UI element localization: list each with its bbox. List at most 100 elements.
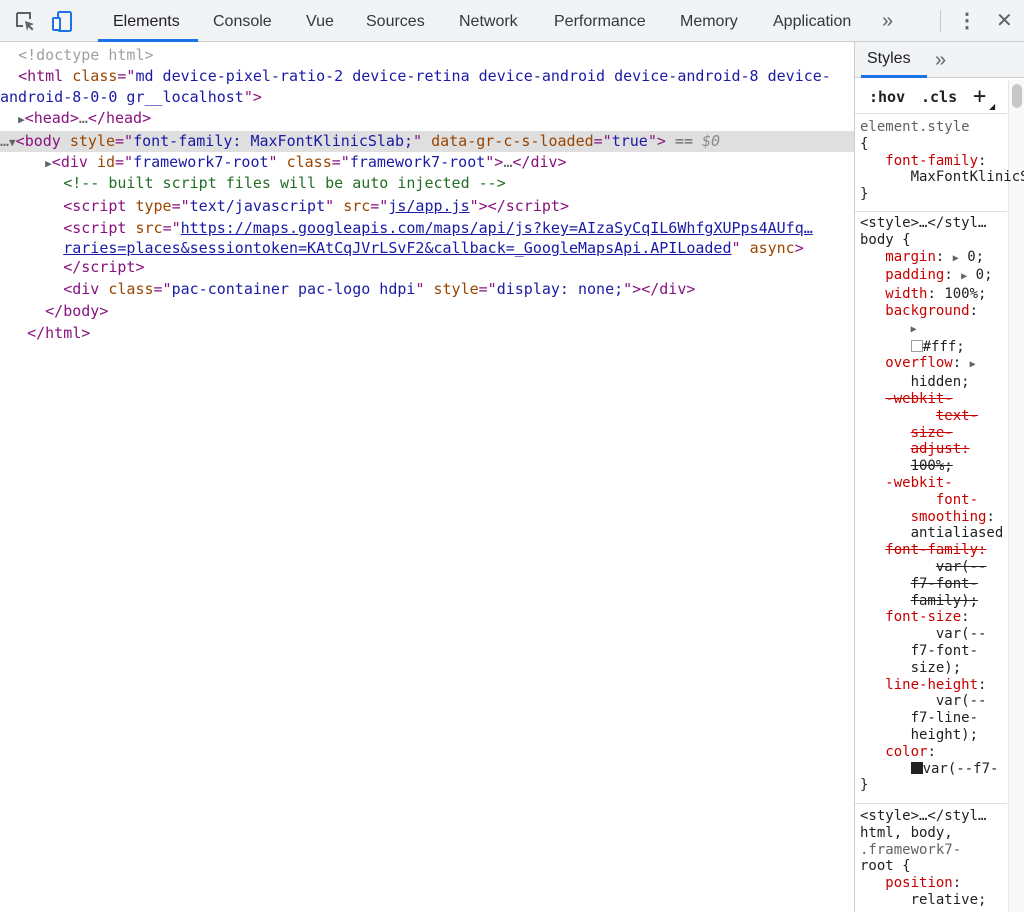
property-name[interactable]: -webkit-: [885, 475, 952, 491]
property-value[interactable]: relative;: [911, 892, 987, 908]
style-source-link[interactable]: <style>…</styl…: [860, 808, 986, 824]
styles-tab-indicator: [861, 75, 927, 78]
devtools-toolbar: Elements Console Vue Sources Network Per…: [0, 0, 1024, 42]
tab-console[interactable]: Console: [213, 0, 272, 42]
overridden-property[interactable]: font-family:: [885, 542, 986, 558]
property-value[interactable]: antialiased: [911, 525, 1004, 541]
collapse-triangle-icon[interactable]: ▼: [9, 136, 16, 149]
attr-value: display: none;: [496, 280, 624, 298]
attr-name: class: [72, 67, 118, 85]
dom-node-script-close[interactable]: </script>: [0, 257, 854, 278]
tab-memory[interactable]: Memory: [680, 0, 738, 42]
equals-marker: ==: [665, 132, 703, 150]
property-name[interactable]: overflow: [885, 355, 952, 371]
attr-value: pac-container pac-logo hdpi: [171, 280, 416, 298]
dom-node-comment[interactable]: <!-- built script files will be auto inj…: [0, 173, 854, 194]
add-rule-menu-icon[interactable]: ◢: [989, 102, 995, 111]
property-value[interactable]: 0;: [976, 267, 993, 283]
device-toolbar-icon[interactable]: [50, 10, 74, 34]
dom-node-body-close[interactable]: </body>: [0, 301, 854, 322]
property-value[interactable]: var(--: [936, 693, 987, 709]
close-icon[interactable]: ✕: [996, 11, 1013, 31]
element-style-rule[interactable]: element.style { font-family: MaxFontKlin…: [860, 119, 1024, 203]
color-swatch-icon[interactable]: [910, 339, 923, 352]
attr-value: font-family: MaxFontKlinicSlab;: [133, 132, 414, 150]
rule-divider: [855, 211, 1007, 212]
comment-text: <!-- built script files will be auto inj…: [63, 174, 506, 192]
kebab-menu-icon[interactable]: ⋮: [957, 11, 977, 31]
property-value[interactable]: hidden;: [911, 374, 970, 390]
maps-src-link-cont[interactable]: raries=places&sessiontoken=KAtCqJVrLSvF2…: [63, 239, 731, 257]
html-body-style-rule[interactable]: <style>…</styl… html, body, .framework7-…: [860, 808, 986, 909]
more-sidebar-tabs-icon[interactable]: »: [935, 50, 946, 70]
doctype-text: <!doctype html>: [18, 46, 154, 64]
overridden-property[interactable]: -webkit-: [885, 391, 952, 407]
scrollbar-thumb[interactable]: [1012, 84, 1022, 108]
selector: body {: [860, 231, 911, 248]
attr-value: true: [611, 132, 648, 150]
property-name[interactable]: font-size: [885, 609, 961, 625]
property-name[interactable]: padding: [885, 267, 944, 283]
dom-node-body-selected[interactable]: …▼<body style="font-family: MaxFontKlini…: [0, 131, 854, 152]
attr-value: android-8-0-0 gr__localhost: [0, 88, 244, 106]
property-value[interactable]: 0;: [967, 249, 984, 265]
dom-node-doctype[interactable]: <!doctype html>: [0, 45, 854, 66]
tab-elements[interactable]: Elements: [113, 0, 180, 42]
tab-application[interactable]: Application: [773, 0, 851, 42]
expand-triangle-icon[interactable]: ▶: [18, 113, 25, 126]
styles-scrollbar[interactable]: [1008, 80, 1024, 912]
property-name[interactable]: font-family: [885, 153, 978, 169]
property-value[interactable]: var(--f7-: [923, 761, 999, 777]
tab-vue[interactable]: Vue: [306, 0, 334, 42]
expand-triangle-icon[interactable]: ▶: [45, 157, 52, 170]
dom-node-pac-container[interactable]: <div class="pac-container pac-logo hdpi"…: [0, 279, 854, 300]
attr-name: async: [749, 239, 795, 257]
property-value[interactable]: MaxFontKlinicSlab: [911, 169, 1024, 185]
more-tabs-icon[interactable]: »: [882, 11, 893, 31]
property-value[interactable]: 100%;: [944, 286, 986, 302]
maps-src-link[interactable]: https://maps.googleapis.com/maps/api/js?…: [181, 219, 813, 237]
tab-styles[interactable]: Styles: [867, 42, 911, 76]
property-name[interactable]: margin: [885, 249, 936, 265]
node-menu-ellipsis[interactable]: …: [0, 132, 9, 150]
tab-sources[interactable]: Sources: [366, 0, 425, 42]
dom-node-script-app[interactable]: <script type="text/javascript" src="js/a…: [0, 196, 854, 217]
inspect-element-icon[interactable]: [14, 10, 38, 34]
color-swatch-icon[interactable]: [910, 761, 923, 774]
tag-name: script: [72, 197, 127, 215]
dom-node-framework7-root[interactable]: ▶<div id="framework7-root" class="framew…: [0, 152, 854, 173]
tag-name: head: [105, 109, 143, 127]
tag-name: html: [27, 67, 64, 85]
new-style-rule-button[interactable]: +: [973, 84, 986, 109]
tag-name: head: [33, 109, 70, 127]
style-source-link[interactable]: <style>…</styl…: [860, 215, 986, 231]
dom-node-head[interactable]: ▶<head>…</head>: [0, 108, 854, 129]
script-src-link[interactable]: js/app.js: [388, 197, 469, 215]
property-value[interactable]: var(--: [936, 626, 987, 642]
property-name[interactable]: background: [885, 303, 969, 319]
property-name[interactable]: width: [885, 286, 927, 302]
tag-name: body: [63, 302, 100, 320]
dom-node-script-maps-cont[interactable]: raries=places&sessiontoken=KAtCqJVrLSvF2…: [0, 238, 854, 259]
attr-name: style: [69, 132, 115, 150]
dom-node-script-maps[interactable]: <script src="https://maps.googleapis.com…: [0, 218, 854, 239]
dom-node-html-close[interactable]: </html>: [0, 323, 854, 344]
styles-tabbar: Styles »: [855, 42, 1024, 78]
class-toggle-button[interactable]: .cls: [921, 88, 957, 106]
property-name[interactable]: line-height: [885, 677, 978, 693]
property-value[interactable]: #fff;: [923, 339, 965, 355]
tab-performance[interactable]: Performance: [554, 0, 646, 42]
attr-name: type: [135, 197, 172, 215]
body-style-rule[interactable]: <style>…</styl… body { margin: ▶ 0; padd…: [860, 215, 1003, 794]
property-name[interactable]: position: [885, 875, 952, 891]
styles-sidebar: Styles » :hov .cls + ◢ element.style { f…: [855, 42, 1024, 912]
dom-node-html-open[interactable]: <html class="md device-pixel-ratio-2 dev…: [0, 66, 854, 87]
selector: html, body,: [860, 824, 953, 841]
dom-tree-panel[interactable]: <!doctype html> <html class="md device-p…: [0, 42, 854, 912]
hover-state-button[interactable]: :hov: [869, 88, 905, 106]
dom-node-html-open-cont[interactable]: android-8-0-0 gr__localhost">: [0, 87, 854, 108]
property-name[interactable]: color: [885, 744, 927, 760]
tab-network[interactable]: Network: [459, 0, 518, 42]
attr-name: id: [96, 153, 115, 171]
property-value-cont: height);: [910, 726, 979, 743]
